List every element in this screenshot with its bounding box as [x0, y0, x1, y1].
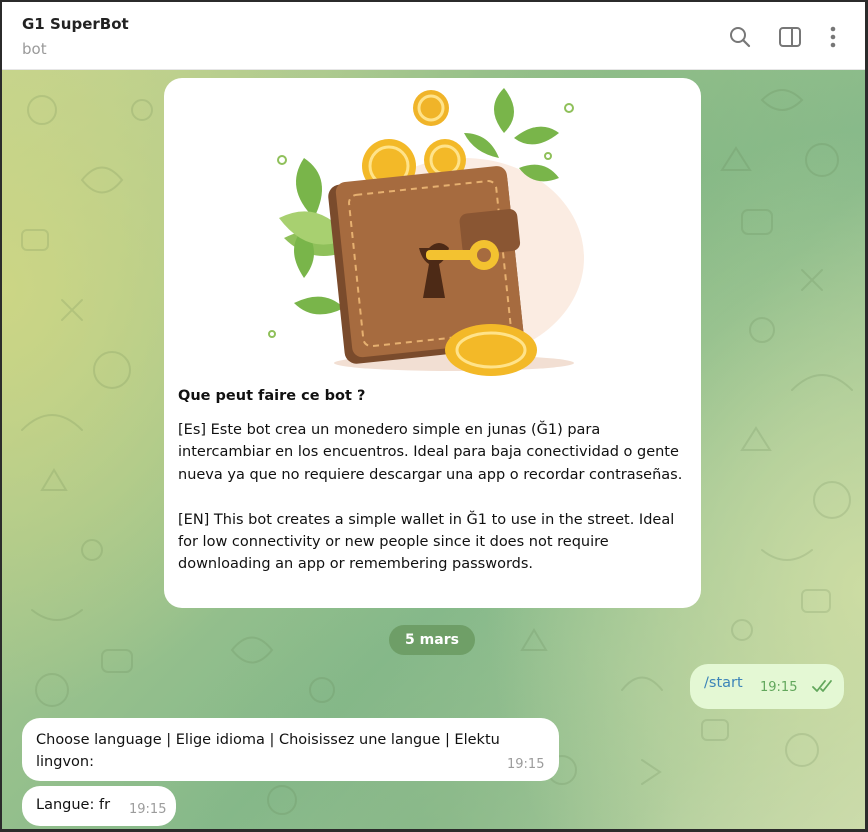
telegram-window: G1 SuperBot bot Que peut faire ce bot ? … [2, 2, 865, 829]
incoming-message[interactable]: Choose language | Elige idioma | Choisis… [22, 718, 559, 781]
message-text: Choose language | Elige idioma | Choisis… [36, 732, 500, 770]
wallet-illustration [268, 88, 584, 376]
message-text: Langue: fr [36, 797, 111, 813]
date-separator: 5 mars [389, 625, 475, 655]
read-checkmarks-icon [812, 680, 832, 692]
chat-area[interactable]: Que peut faire ce bot ? [Es] Este bot cr… [2, 70, 865, 829]
card-title: Que peut faire ce bot ? [178, 388, 366, 404]
outgoing-message[interactable]: /start 19:15 [690, 664, 844, 709]
chat-subtitle: bot [22, 40, 47, 58]
start-command-link[interactable]: /start [704, 675, 743, 691]
card-description: [Es] Este bot crea un monedero simple en… [178, 422, 683, 573]
sidebar-toggle-icon[interactable] [777, 24, 803, 50]
message-time: 19:15 [760, 680, 798, 695]
incoming-message[interactable]: Langue: fr 19:15 [22, 786, 176, 826]
chat-header: G1 SuperBot bot [2, 2, 865, 70]
chat-title[interactable]: G1 SuperBot [22, 15, 129, 33]
bot-intro-card: Que peut faire ce bot ? [Es] Este bot cr… [164, 78, 701, 608]
message-time: 19:15 [129, 802, 167, 817]
more-vertical-icon[interactable] [820, 24, 846, 50]
message-time: 19:15 [507, 757, 545, 772]
search-icon[interactable] [727, 24, 753, 50]
